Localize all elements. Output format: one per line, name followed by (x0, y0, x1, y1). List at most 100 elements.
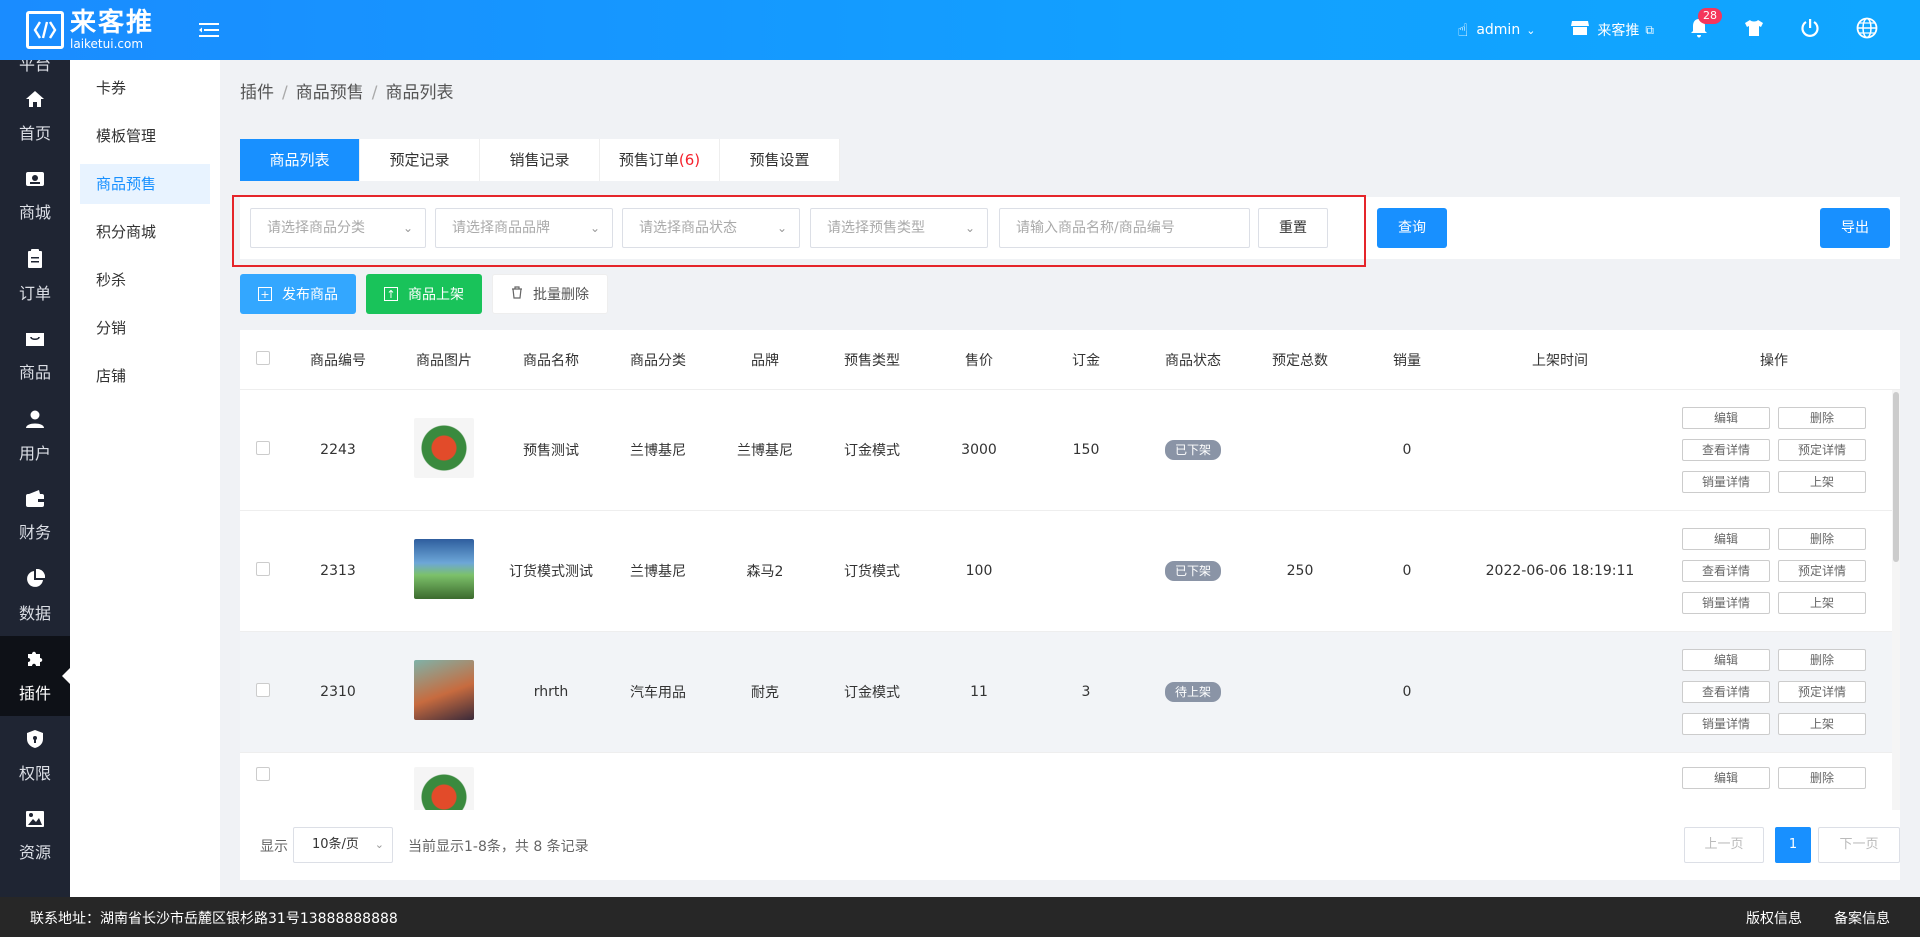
pagination: 显示 10条/页 ⌄ 当前显示1-8条，共 8 条记录 上一页 1 下一页 (240, 810, 1900, 880)
nav-item[interactable]: 用户 (0, 396, 70, 476)
tab-product-list[interactable]: 商品列表 (240, 139, 360, 181)
reset-button[interactable]: 重置 (1258, 208, 1328, 248)
sub-nav-item[interactable]: 积分商城 (80, 212, 210, 252)
sub-nav-item[interactable]: 店铺 (80, 356, 210, 396)
tab-reservation-records[interactable]: 预定记录 (360, 139, 480, 181)
presale-type-select[interactable]: 请选择预售类型 ⌄ (810, 208, 988, 248)
row-action-button[interactable]: 查看详情 (1682, 439, 1770, 461)
select-all-checkbox[interactable] (256, 350, 270, 365)
batch-delete-button[interactable]: 批量删除 (492, 274, 608, 314)
tab-sales-records[interactable]: 销售记录 (480, 139, 600, 181)
table-cell: 3 (1081, 684, 1091, 700)
tab-presale-orders[interactable]: 预售订单(6) (600, 139, 720, 181)
shelve-product-button[interactable]: ↑ 商品上架 (366, 274, 482, 314)
row-action-button[interactable]: 销量详情 (1682, 592, 1770, 614)
page-number-button[interactable]: 1 (1775, 827, 1811, 863)
prev-page-button[interactable]: 上一页 (1684, 827, 1764, 863)
nav-item[interactable]: 插件 (0, 636, 70, 716)
status-badge: 已下架 (1164, 561, 1221, 581)
sub-nav-item[interactable]: 商品预售 (80, 164, 210, 204)
row-action-button[interactable]: 删除 (1778, 407, 1866, 429)
shield-icon (26, 729, 44, 754)
tab-presale-settings[interactable]: 预售设置 (720, 139, 840, 181)
row-action-button[interactable]: 编辑 (1682, 649, 1770, 671)
sub-nav-item[interactable]: 模板管理 (80, 116, 210, 156)
next-page-button[interactable]: 下一页 (1818, 827, 1900, 863)
row-action-button[interactable]: 编辑 (1682, 407, 1770, 429)
brand-select[interactable]: 请选择商品品牌 ⌄ (435, 208, 613, 248)
store-link[interactable]: 来客推 ⧉ (1571, 20, 1654, 41)
row-action-button[interactable]: 删除 (1778, 528, 1866, 550)
row-action-button[interactable]: 销量详情 (1682, 713, 1770, 735)
row-action-button[interactable]: 上架 (1778, 592, 1866, 614)
nav-item[interactable]: 数据 (0, 556, 70, 636)
nav-item-label: 首页 (18, 123, 51, 143)
row-checkbox[interactable] (256, 441, 270, 455)
product-image[interactable] (414, 660, 474, 720)
main-nav: 平台 首页商城订单商品 用户 财务 数据 插件 权限 资源 (0, 60, 70, 897)
page-size-select[interactable]: 10条/页 ⌄ (293, 827, 393, 863)
nav-item-label: 订单 (18, 283, 51, 303)
nav-item-platform[interactable]: 平台 (0, 60, 70, 76)
row-action-button[interactable]: 删除 (1778, 649, 1866, 671)
chart-icon (25, 568, 46, 594)
export-button[interactable]: 导出 (1820, 208, 1890, 248)
nav-item[interactable]: 商城 (0, 156, 70, 236)
row-action-button[interactable]: 预定详情 (1778, 681, 1866, 703)
row-action-button[interactable]: 预定详情 (1778, 439, 1866, 461)
scrollbar-thumb[interactable] (1893, 392, 1899, 562)
row-action-button[interactable]: 销量详情 (1682, 471, 1770, 493)
trash-icon (511, 285, 523, 303)
logo-subtitle: laiketui.com (70, 37, 144, 51)
mall-icon (25, 169, 45, 193)
nav-item[interactable]: 资源 (0, 796, 70, 876)
menu-toggle-icon[interactable] (198, 16, 220, 44)
sub-nav-item[interactable]: 分销 (80, 308, 210, 348)
table-cell: 11 (970, 684, 988, 700)
breadcrumb: 插件 / 商品预售 / 商品列表 (240, 83, 454, 103)
category-select[interactable]: 请选择商品分类 ⌄ (250, 208, 426, 248)
nav-item[interactable]: 订单 (0, 236, 70, 316)
product-image[interactable] (414, 418, 474, 478)
publish-product-button[interactable]: + 发布商品 (240, 274, 356, 314)
notification-button[interactable]: 28 (1690, 8, 1722, 42)
icp-link[interactable]: 备案信息 (1834, 908, 1890, 928)
logout-button[interactable] (1800, 18, 1820, 42)
column-header: 操作 (1760, 352, 1788, 369)
status-select[interactable]: 请选择商品状态 ⌄ (622, 208, 800, 248)
logo-mark-icon (26, 11, 64, 49)
product-image[interactable] (414, 539, 474, 599)
row-action-button[interactable]: 查看详情 (1682, 560, 1770, 582)
table-scrollbar[interactable] (1892, 390, 1900, 810)
sub-nav-item[interactable]: 卡券 (80, 68, 210, 108)
theme-button[interactable] (1744, 19, 1764, 41)
row-action-button[interactable]: 上架 (1778, 471, 1866, 493)
language-button[interactable] (1856, 17, 1878, 43)
nav-item[interactable]: 权限 (0, 716, 70, 796)
row-checkbox[interactable] (256, 683, 270, 697)
column-header: 上架时间 (1532, 352, 1588, 369)
row-checkbox[interactable] (256, 767, 270, 781)
table-cell: 0 (1402, 684, 1412, 700)
row-action-button[interactable]: 预定详情 (1778, 560, 1866, 582)
filter-bar: 请选择商品分类 ⌄ 请选择商品品牌 ⌄ 请选择商品状态 ⌄ 请选择预售类型 ⌄ 请输入商… (232, 195, 1900, 267)
row-action-button[interactable]: 查看详情 (1682, 681, 1770, 703)
sub-nav-item[interactable]: 秒杀 (80, 260, 210, 300)
nav-item[interactable]: 商品 (0, 316, 70, 396)
logo[interactable]: 来客推 laiketui.com (26, 8, 154, 52)
keyword-input[interactable]: 请输入商品名称/商品编号 (999, 208, 1250, 248)
query-button[interactable]: 查询 (1377, 208, 1447, 248)
breadcrumb-item[interactable]: 商品预售 (296, 83, 364, 103)
row-checkbox[interactable] (256, 562, 270, 576)
row-action-button[interactable]: 上架 (1778, 713, 1866, 735)
chevron-down-icon: ⌄ (964, 221, 975, 235)
nav-item[interactable]: 首页 (0, 76, 70, 156)
user-menu[interactable]: ☝ admin ⌄ (1457, 20, 1535, 41)
copyright-link[interactable]: 版权信息 (1746, 908, 1802, 928)
nav-item[interactable]: 财务 (0, 476, 70, 556)
breadcrumb-item[interactable]: 插件 (240, 83, 274, 103)
row-action-button[interactable]: 编辑 (1682, 528, 1770, 550)
row-action-button[interactable]: 删除 (1778, 767, 1866, 789)
row-action-button[interactable]: 编辑 (1682, 767, 1770, 789)
table-row: 2310 rhrth 汽车用品 耐克 订金模式 11 3 待上架 0 编辑 删除 查看详情 预定详情 销量… (240, 632, 1900, 753)
